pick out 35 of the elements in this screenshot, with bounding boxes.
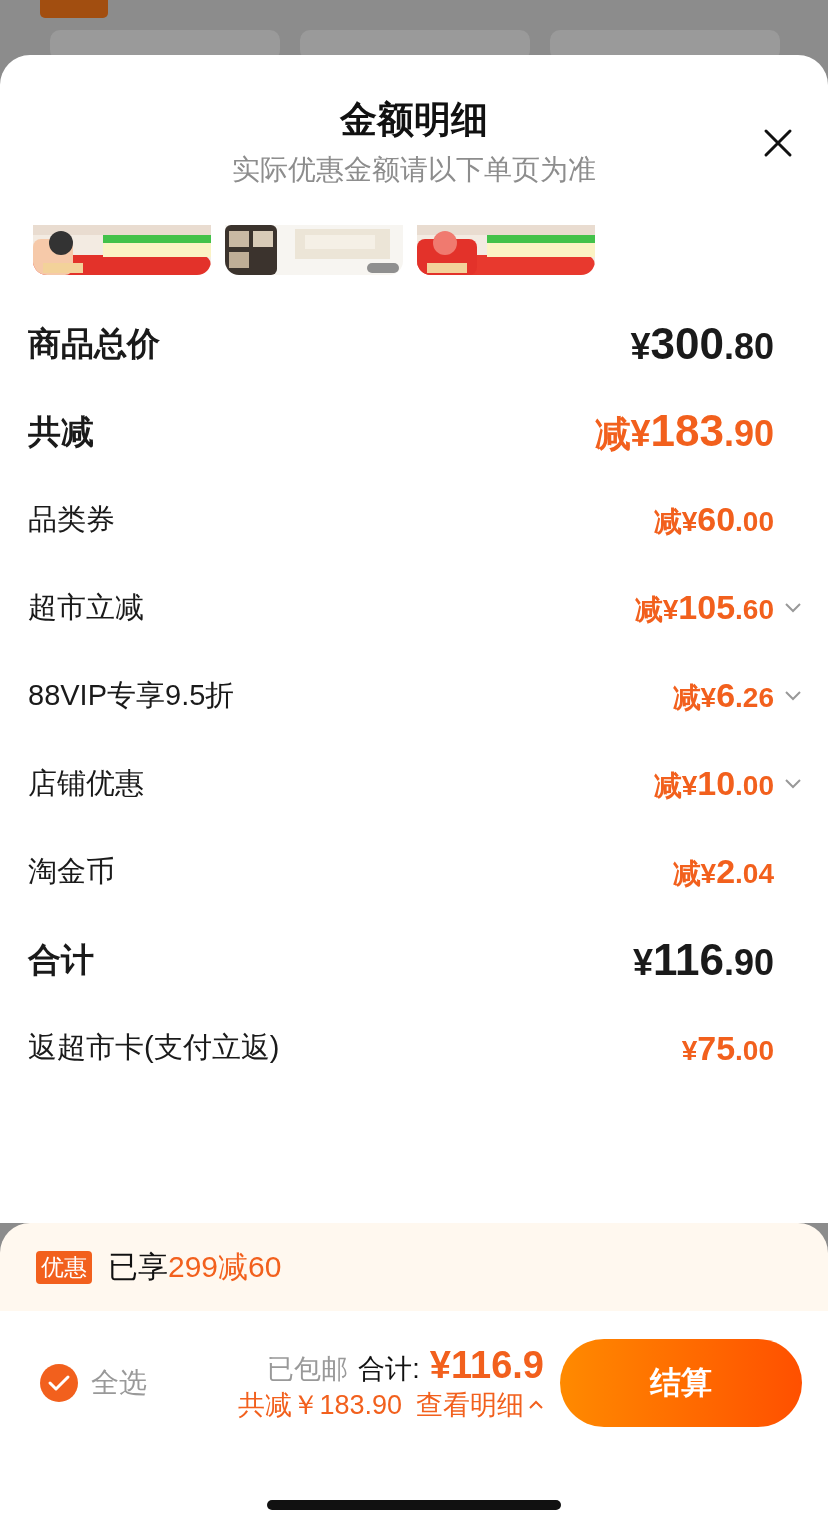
amount-value: 减¥10.00	[653, 763, 774, 804]
sheet-title: 金额明细	[340, 98, 488, 142]
row-label: 返超市卡(支付立返)	[28, 1030, 281, 1065]
total-label: 合计:	[358, 1352, 420, 1386]
row-label: 超市立减	[28, 590, 145, 625]
close-icon[interactable]	[763, 128, 793, 158]
amount-value: 减¥6.26	[672, 675, 774, 716]
row-label: 共减	[28, 411, 95, 452]
row-label: 合计	[28, 939, 95, 980]
view-details-link[interactable]: 查看明细	[416, 1386, 544, 1423]
amount-value: ¥300.80	[630, 319, 774, 369]
row-label: 品类券	[28, 502, 116, 537]
chevron-down-icon[interactable]	[784, 602, 802, 614]
amount-value: 减¥183.90	[594, 405, 774, 457]
total-price: ¥116.9	[429, 1343, 544, 1387]
sheet-subtitle: 实际优惠金额请以下单页为准	[232, 153, 596, 187]
shipping-text: 已包邮	[267, 1352, 349, 1386]
row-label: 88VIP专享9.5折	[28, 678, 236, 713]
select-all-label[interactable]: 全选	[91, 1364, 239, 1402]
row-label: 商品总价	[28, 323, 161, 364]
row-label: 淘金币	[28, 854, 116, 889]
amount-value: ¥116.90	[632, 935, 774, 985]
chevron-down-icon[interactable]	[784, 778, 802, 790]
amount-value: 减¥60.00	[653, 499, 774, 540]
caret-up-icon	[528, 1399, 544, 1410]
row-label: 店铺优惠	[28, 766, 145, 801]
amount-value: 减¥105.60	[634, 587, 774, 628]
chevron-down-icon[interactable]	[784, 690, 802, 702]
amount-value: ¥75.00	[681, 1028, 774, 1068]
discount-total: 共减￥183.90	[238, 1388, 402, 1422]
checkout-button[interactable]: 结算	[560, 1339, 802, 1427]
discount-badge: 优惠	[36, 1250, 92, 1284]
amount-value: 减¥2.04	[672, 851, 774, 892]
promo-text: 已享299减60	[108, 1248, 282, 1285]
checkbox[interactable]	[39, 1363, 79, 1403]
